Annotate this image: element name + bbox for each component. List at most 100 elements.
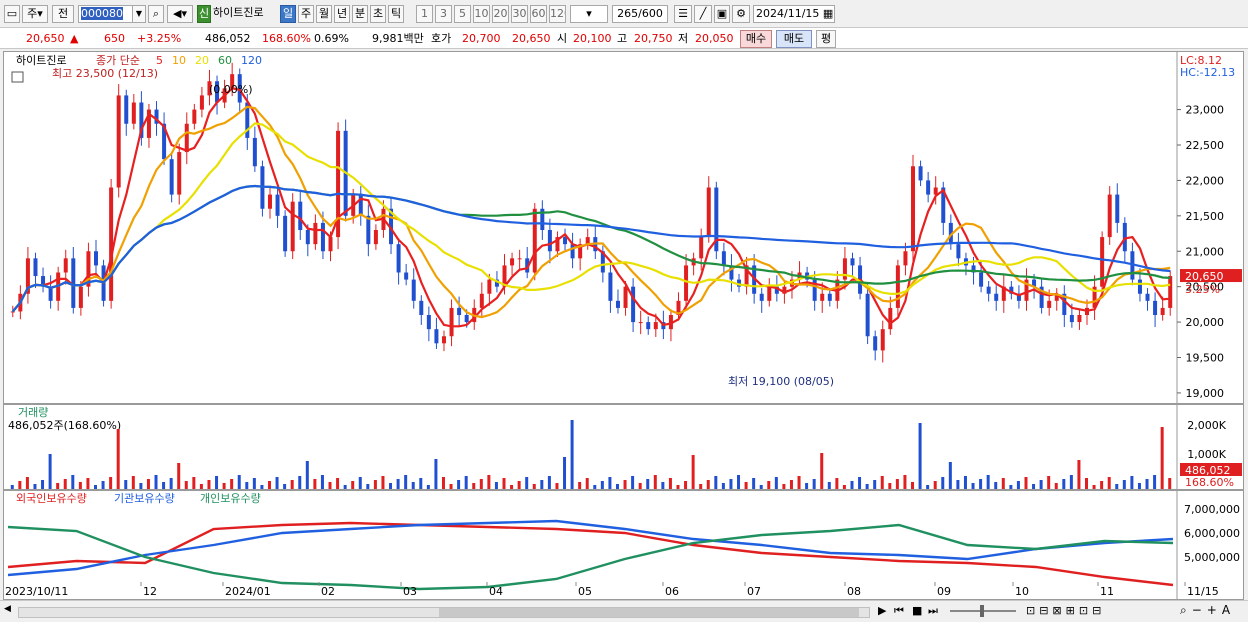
ask-price-1: 20,700 (462, 32, 501, 45)
volume-bar (547, 476, 551, 489)
candle-body (911, 166, 916, 252)
candle-body (177, 152, 182, 195)
save-icon[interactable]: ▣ (714, 5, 730, 23)
candle-body (1107, 194, 1112, 238)
candle-body (570, 244, 575, 259)
scrollbar-thumb[interactable] (439, 608, 859, 617)
volume-bar (842, 485, 846, 489)
price-tick-label: 22,000 (1186, 174, 1225, 187)
draw-tool-icon[interactable]: ╱ (694, 5, 712, 23)
candle-body (1077, 315, 1082, 323)
search-icon[interactable]: ⌕ (148, 5, 164, 23)
interval-tab-2[interactable]: 5 (454, 5, 471, 23)
volume-bar (1009, 485, 1013, 489)
volume-bar (1130, 476, 1134, 489)
volume-bar (1039, 480, 1043, 489)
volume-bar (948, 462, 952, 489)
candle-body (994, 293, 999, 301)
volume-bar (283, 484, 287, 489)
sell-button[interactable]: 매도 (776, 30, 812, 48)
interval-tab-5[interactable]: 30 (511, 5, 528, 23)
volume-bar (706, 480, 710, 489)
period-select[interactable]: 주▾ (22, 5, 48, 23)
candle-icon[interactable]: ☰ (674, 5, 692, 23)
volume-bar (404, 475, 408, 489)
period-tab-2[interactable]: 월 (316, 5, 332, 23)
interval-tab-3[interactable]: 10 (473, 5, 490, 23)
interval-tab-1[interactable]: 3 (435, 5, 452, 23)
eval-button[interactable]: 평 (816, 30, 836, 48)
volume-bar (48, 454, 52, 489)
candle-body (479, 293, 484, 308)
volume-bar (933, 481, 937, 489)
candle-body (434, 329, 439, 344)
volume-bar (146, 479, 150, 489)
gear-icon[interactable]: ⚙ (732, 5, 750, 23)
volume-bar (472, 483, 476, 489)
candle-body (116, 95, 121, 188)
period-select-label: 주 (27, 7, 38, 20)
count-field[interactable]: 265/600 (612, 5, 668, 23)
zoom-slider-handle[interactable] (980, 605, 984, 617)
price-tick-label: 23,000 (1186, 104, 1225, 117)
candle-body (290, 201, 295, 252)
period-tab-3[interactable]: 년 (334, 5, 350, 23)
open-price: 20,100 (573, 32, 612, 45)
period-tab-4[interactable]: 분 (352, 5, 368, 23)
volume-bar (1100, 481, 1104, 489)
volume-bar (33, 484, 37, 489)
speaker-icon[interactable]: ◀▾ (167, 5, 193, 23)
open-label: 시 (557, 32, 568, 45)
volume-value: 486,052주(168.60%) (8, 419, 121, 432)
date-input[interactable]: 2024/11/15 ▦ (753, 5, 835, 23)
chevron-down-icon[interactable]: ▼ (132, 5, 146, 23)
buy-button[interactable]: 매수 (740, 30, 772, 48)
volume-bar (275, 477, 279, 489)
volume-bar (411, 482, 415, 489)
scroll-left-icon[interactable]: ◀ (4, 604, 14, 618)
candle-body (10, 311, 15, 313)
period-tab-1[interactable]: 주 (298, 5, 314, 23)
prev-button[interactable]: 전 (52, 5, 74, 23)
volume-bar (199, 484, 203, 489)
interval-tab-4[interactable]: 20 (492, 5, 509, 23)
candle-body (1153, 300, 1158, 315)
x-axis-label: 12 (143, 585, 157, 598)
zoom-controls-icon[interactable]: ⌕−+A (1180, 603, 1235, 618)
chart-menu-icon[interactable]: ▭ (4, 5, 20, 23)
quote-amount: 9,981백만 (372, 32, 424, 45)
period-tab-6[interactable]: 틱 (388, 5, 404, 23)
view-tools-icon[interactable]: ⊡⊟⊠⊞⊡⊟ (1026, 604, 1105, 617)
candle-body (918, 166, 923, 181)
volume-bar (1092, 485, 1096, 489)
volume-bar (880, 476, 884, 489)
quote-volume: 486,052 (205, 32, 251, 45)
volume-bar (676, 485, 680, 489)
scroll-right-icon[interactable]: ▶ (878, 604, 886, 617)
candle-body (1145, 293, 1150, 301)
fast-forward-icon[interactable]: ⏭ (928, 604, 938, 618)
interval-tab-7[interactable]: 120 (549, 5, 566, 23)
volume-bar (653, 475, 657, 489)
period-tab-5[interactable]: 초 (370, 5, 386, 23)
period-tab-0[interactable]: 일 (280, 5, 296, 23)
candle-body (759, 293, 764, 301)
stop-icon[interactable]: ■ (912, 604, 922, 617)
bottom-bar: ◀ ▶ ⏮ ■ ⏭ ⊡⊟⊠⊞⊡⊟ ⌕−+A (0, 600, 1248, 622)
volume-bar (131, 476, 135, 489)
interval-tab-0[interactable]: 1 (416, 5, 433, 23)
candle-body (926, 180, 931, 195)
candle-body (124, 95, 129, 124)
price-chart-pane[interactable]: 23,000 22,500 22,000 21,500 21,000 20,500 20,0… (3, 51, 1244, 404)
rewind-icon[interactable]: ⏮ (894, 604, 904, 618)
calendar-icon[interactable]: ▦ (823, 7, 833, 20)
volume-chart-pane[interactable]: 거래량 486,052주(168.60%) 2,000K 1,000K 486,052 1… (3, 404, 1244, 490)
scrollbar-track[interactable] (18, 607, 870, 618)
interval-tab-6[interactable]: 60 (530, 5, 547, 23)
volume-bar (351, 481, 355, 489)
interval-dropdown[interactable]: ▾ (570, 5, 608, 23)
volume-bar (502, 478, 506, 489)
volume-bar (911, 482, 915, 489)
volume-bar (767, 481, 771, 489)
count-total: /600 (638, 7, 663, 20)
